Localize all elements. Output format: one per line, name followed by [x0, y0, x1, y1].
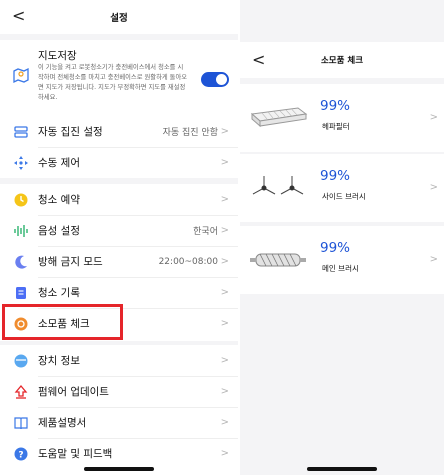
- settings-group-3: 장치 정보 > 펌웨어 업데이트 > 제품설명서 > ? 도움말 및 피드백 >: [0, 345, 238, 475]
- settings-group-1: 자동 집진 설정 자동 집진 안함 > 수동 제어 >: [0, 116, 238, 178]
- help-label: 도움말 및 피드백: [38, 448, 113, 460]
- page-title: 설정: [110, 13, 128, 24]
- chevron-right-icon: >: [220, 157, 229, 168]
- upload-arrow-icon: [12, 383, 30, 401]
- moon-icon: [12, 253, 30, 271]
- device-info-row[interactable]: 장치 정보 >: [0, 345, 238, 376]
- dnd-row[interactable]: 방해 금지 모드 22:00~08:00 >: [0, 246, 238, 277]
- manual-row[interactable]: 제품설명서 >: [0, 407, 238, 438]
- main-brush-percent: 99%: [320, 240, 351, 256]
- chevron-right-icon: >: [429, 254, 438, 265]
- hepa-filter-image: [250, 107, 308, 128]
- schedule-label: 청소 예약: [38, 194, 80, 206]
- chevron-right-icon: >: [220, 194, 229, 205]
- back-button[interactable]: <: [12, 6, 25, 25]
- dust-station-icon: [12, 123, 30, 141]
- consumables-navbar: < 소모품 체크: [240, 42, 444, 78]
- side-brush-name: 사이드 브러시: [322, 192, 366, 201]
- manual-label: 제품설명서: [38, 417, 87, 429]
- chevron-right-icon: >: [220, 126, 229, 137]
- consumable-card-hepa[interactable]: 99% 헤파필터 >: [240, 84, 444, 152]
- side-brush-percent: 99%: [320, 168, 351, 184]
- settings-navbar: < 설정: [0, 0, 238, 34]
- settings-screen: < 설정 지도저장 이 기능을 켜고 로봇청소기가 충전베이스에서 청소를 시작…: [0, 0, 238, 475]
- chevron-right-icon: >: [220, 417, 229, 428]
- firmware-label: 펌웨어 업데이트: [38, 386, 109, 398]
- consumable-card-side-brush[interactable]: 99% 사이드 브러시 >: [240, 154, 444, 222]
- svg-text:?: ?: [18, 450, 23, 460]
- chevron-right-icon: >: [429, 112, 438, 123]
- manual-control-row[interactable]: 수동 제어 >: [0, 147, 238, 178]
- map-save-card: 지도저장 이 기능을 켜고 로봇청소기가 충전베이스에서 청소를 시작하며 전체…: [0, 40, 238, 120]
- chevron-right-icon: >: [220, 318, 229, 329]
- document-icon: [12, 284, 30, 302]
- robot-vacuum-icon: [12, 352, 30, 370]
- auto-collect-label: 자동 집진 설정: [38, 126, 103, 138]
- map-save-toggle[interactable]: [201, 72, 229, 87]
- back-button[interactable]: <: [252, 50, 265, 69]
- voice-row[interactable]: 음성 설정 한국어 >: [0, 215, 238, 246]
- help-row[interactable]: ? 도움말 및 피드백 >: [0, 438, 238, 469]
- manual-control-label: 수동 제어: [38, 157, 80, 169]
- chevron-right-icon: >: [220, 225, 229, 236]
- help-question-icon: ?: [12, 445, 30, 463]
- consumables-highlight-box: [2, 304, 123, 340]
- map-save-description: 이 기능을 켜고 로봇청소기가 충전베이스에서 청소를 시작하며 전체청소를 마…: [38, 64, 188, 101]
- hepa-name: 헤파필터: [322, 122, 350, 131]
- direction-pad-icon: [12, 154, 30, 172]
- chevron-right-icon: >: [220, 448, 229, 459]
- book-icon: [12, 414, 30, 432]
- main-brush-image: [250, 253, 306, 267]
- chevron-right-icon: >: [220, 355, 229, 366]
- chevron-right-icon: >: [220, 287, 229, 298]
- voice-value: 한국어: [193, 227, 218, 237]
- main-brush-name: 메인 브러시: [322, 264, 359, 273]
- clock-icon: [12, 191, 30, 209]
- chevron-right-icon: >: [220, 386, 229, 397]
- auto-collect-row[interactable]: 자동 집진 설정 자동 집진 안함 >: [0, 116, 238, 147]
- history-label: 청소 기록: [38, 287, 80, 299]
- device-info-label: 장치 정보: [38, 355, 80, 367]
- hepa-percent: 99%: [320, 98, 351, 114]
- map-icon: [12, 66, 30, 84]
- page-title: 소모품 체크: [320, 56, 364, 66]
- home-indicator: [84, 467, 154, 471]
- chevron-right-icon: >: [429, 182, 438, 193]
- side-brush-image: [252, 176, 304, 195]
- consumables-screen: < 소모품 체크 99% 헤파필터 > 99% 사이드 브러시 > 99% 메인…: [240, 0, 444, 475]
- sound-wave-icon: [12, 222, 30, 240]
- dnd-value: 22:00~08:00: [158, 256, 218, 267]
- home-indicator: [307, 467, 377, 471]
- firmware-row[interactable]: 펌웨어 업데이트 >: [0, 376, 238, 407]
- chevron-right-icon: >: [220, 256, 229, 267]
- dnd-label: 방해 금지 모드: [38, 256, 103, 268]
- auto-collect-value: 자동 집진 안함: [162, 128, 218, 138]
- voice-label: 음성 설정: [38, 225, 80, 237]
- consumable-card-main-brush[interactable]: 99% 메인 브러시 >: [240, 226, 444, 294]
- map-save-title: 지도저장: [38, 50, 77, 62]
- schedule-row[interactable]: 청소 예약 >: [0, 184, 238, 215]
- toggle-knob: [216, 74, 227, 85]
